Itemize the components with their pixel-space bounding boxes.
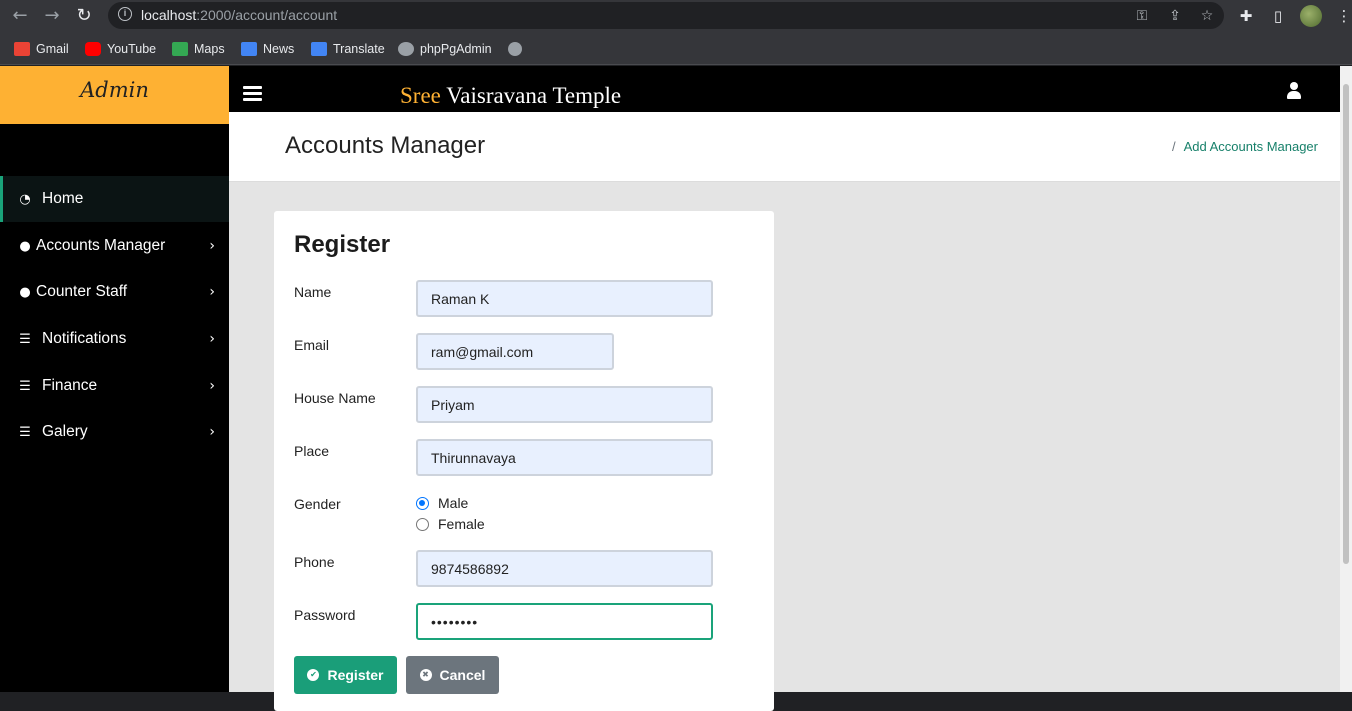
star-icon[interactable]: ☆ xyxy=(1197,6,1217,26)
sidebar-item-accounts-manager[interactable]: ● Accounts Manager › xyxy=(0,223,229,269)
chevron-right-icon: › xyxy=(209,424,215,440)
sidebar-item-counter-staff[interactable]: ● Counter Staff › xyxy=(0,269,229,315)
address-bar[interactable]: i localhost:2000/account/account ⚿ ⇪ ☆ xyxy=(108,2,1224,29)
sidebar-item-label: Counter Staff xyxy=(36,283,128,300)
list-icon: ☰ xyxy=(19,378,31,394)
url-text[interactable]: localhost:2000/account/account xyxy=(141,7,337,23)
site-info-icon[interactable]: i xyxy=(118,7,132,21)
dashboard-icon: ◔ xyxy=(19,191,31,207)
bookmark-translate[interactable]: Translate xyxy=(311,40,385,57)
gender-female-radio[interactable] xyxy=(416,517,429,531)
sidebar: Admin ◔ Home ● Accounts Manager › ● Coun… xyxy=(0,66,229,692)
bookmark-youtube[interactable]: YouTube xyxy=(85,40,156,57)
user-icon: ● xyxy=(19,238,31,254)
browser-toolbar: ← → ↻ i localhost:2000/account/account ⚿… xyxy=(0,0,1352,32)
place-label: Place xyxy=(294,443,330,459)
breadcrumb-separator: / xyxy=(1171,139,1176,154)
list-icon: ☰ xyxy=(19,331,31,347)
page-scrollbar[interactable] xyxy=(1340,66,1352,692)
gender-male-radio[interactable] xyxy=(416,496,429,510)
chevron-right-icon: › xyxy=(209,378,215,394)
phone-field[interactable] xyxy=(416,550,713,587)
check-circle-icon: ✔ xyxy=(307,669,320,681)
close-circle-icon: ✖ xyxy=(419,669,432,681)
list-icon: ☰ xyxy=(19,424,31,440)
globe-icon xyxy=(508,41,522,56)
news-icon xyxy=(241,41,257,56)
bookmarks-bar: Gmail YouTube Maps News Translate phpPgA… xyxy=(0,32,1352,65)
profile-avatar[interactable] xyxy=(1300,5,1322,27)
elephant-icon xyxy=(398,41,414,56)
chevron-right-icon: › xyxy=(209,238,215,254)
side-panel-icon[interactable]: ▯ xyxy=(1266,4,1290,28)
sidebar-item-home[interactable]: ◔ Home xyxy=(0,176,229,222)
hamburger-menu-icon[interactable] xyxy=(243,86,262,101)
sidebar-item-label: Notifications xyxy=(42,330,127,347)
bookmark-globe[interactable] xyxy=(508,40,522,57)
phone-label: Phone xyxy=(294,554,335,570)
share-icon[interactable]: ⇪ xyxy=(1165,6,1185,26)
bookmark-phppgadmin[interactable]: phpPgAdmin xyxy=(398,40,492,57)
breadcrumb: / Add Accounts Manager xyxy=(1172,139,1318,154)
house-name-label: House Name xyxy=(294,390,376,406)
sidebar-item-notifications[interactable]: ☰ Notifications › xyxy=(0,316,229,362)
forward-icon[interactable]: → xyxy=(40,4,64,28)
email-label: Email xyxy=(294,337,330,353)
site-title: Sree Vaisravana Temple xyxy=(400,83,622,108)
sidebar-item-finance[interactable]: ☰ Finance › xyxy=(0,363,229,409)
name-label: Name xyxy=(294,284,332,300)
page-title: Accounts Manager xyxy=(285,132,486,159)
maps-icon xyxy=(172,41,188,56)
extensions-icon[interactable]: ✚ xyxy=(1234,4,1258,28)
menu-dots-icon[interactable]: ⋮ xyxy=(1332,4,1352,28)
bookmark-maps[interactable]: Maps xyxy=(172,40,225,57)
translate-icon xyxy=(311,41,327,56)
gender-male-option[interactable]: Male xyxy=(416,495,468,511)
bookmark-gmail[interactable]: Gmail xyxy=(14,40,69,57)
password-field[interactable] xyxy=(416,603,713,640)
chevron-right-icon: › xyxy=(209,331,215,347)
scrollbar-thumb[interactable] xyxy=(1343,84,1349,564)
youtube-icon xyxy=(85,41,101,56)
breadcrumb-link-add-accounts-manager[interactable]: Add Accounts Manager xyxy=(1184,139,1318,154)
user-account-icon[interactable] xyxy=(1286,82,1302,100)
password-label: Password xyxy=(294,607,356,623)
brand-logo[interactable]: Admin xyxy=(0,78,229,102)
chevron-right-icon: › xyxy=(209,284,215,300)
brand-area: Admin xyxy=(0,66,229,124)
form-title: Register xyxy=(294,231,391,258)
back-icon[interactable]: ← xyxy=(8,4,32,28)
key-icon[interactable]: ⚿ xyxy=(1132,6,1152,26)
user-icon: ● xyxy=(19,284,31,300)
sidebar-item-galery[interactable]: ☰ Galery › xyxy=(0,409,229,455)
gmail-icon xyxy=(14,41,30,56)
content-header: Accounts Manager / Add Accounts Manager xyxy=(229,112,1340,182)
gender-female-option[interactable]: Female xyxy=(416,516,485,532)
place-field[interactable] xyxy=(416,439,713,476)
sidebar-item-label: Home xyxy=(42,190,84,207)
top-navbar: Sree Vaisravana Temple xyxy=(229,66,1340,112)
name-field[interactable] xyxy=(416,280,713,317)
sidebar-item-label: Finance xyxy=(42,377,98,394)
register-card: Register Name Email House Name Place Gen… xyxy=(274,211,774,711)
register-button[interactable]: ✔ Register xyxy=(294,656,397,694)
gender-label: Gender xyxy=(294,496,341,512)
sidebar-item-label: Accounts Manager xyxy=(36,237,166,254)
reload-icon[interactable]: ↻ xyxy=(72,4,96,28)
email-field[interactable] xyxy=(416,333,614,370)
bookmark-news[interactable]: News xyxy=(241,40,294,57)
sidebar-item-label: Galery xyxy=(42,423,88,440)
house-name-field[interactable] xyxy=(416,386,713,423)
cancel-button[interactable]: ✖ Cancel xyxy=(406,656,499,694)
app-root: Admin ◔ Home ● Accounts Manager › ● Coun… xyxy=(0,66,1352,711)
